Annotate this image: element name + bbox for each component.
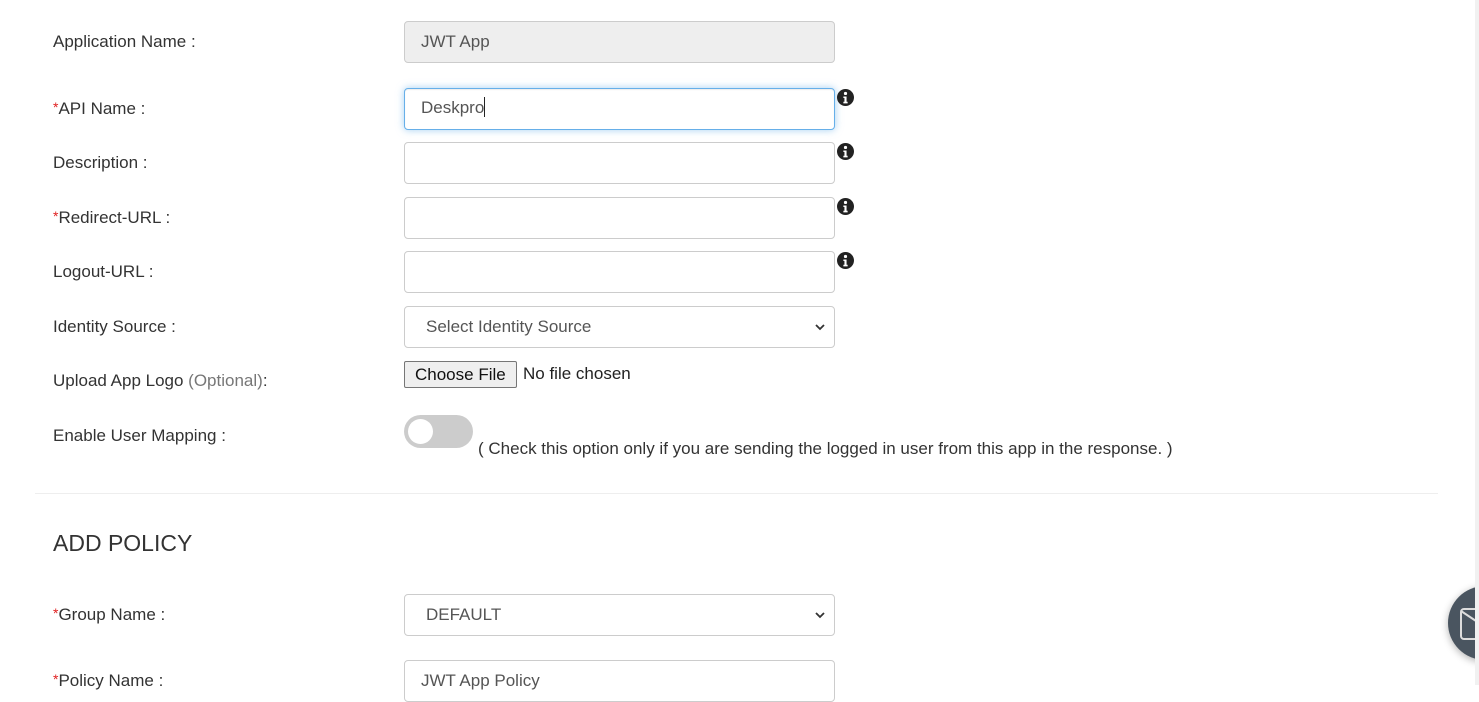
info-circle-icon[interactable] (837, 89, 854, 106)
description-label: Description : (53, 153, 148, 172)
identity-source-select[interactable]: Select Identity Source (404, 306, 835, 348)
identity-source-label: Identity Source : (53, 317, 176, 336)
policy-name-input[interactable]: JWT App Policy (404, 660, 835, 702)
application-name-value: JWT App (421, 32, 490, 51)
toggle-knob (408, 419, 433, 444)
section-title: ADD POLICY (53, 530, 193, 556)
application-name-field[interactable]: JWT App (404, 21, 835, 63)
optional-tag: (Optional) (188, 371, 263, 390)
chevron-down-icon (815, 324, 825, 331)
api-name-label: *API Name : (53, 99, 146, 118)
info-circle-icon[interactable] (837, 143, 854, 160)
api-name-input[interactable]: Deskpro (404, 88, 835, 130)
user-mapping-hint: ( Check this option only if you are send… (478, 439, 1173, 458)
redirect-url-input[interactable] (404, 197, 835, 239)
text-caret (484, 97, 486, 117)
identity-source-selected: Select Identity Source (426, 317, 592, 336)
section-divider (35, 493, 1438, 494)
user-mapping-toggle[interactable] (404, 415, 473, 448)
description-input[interactable] (404, 142, 835, 184)
chevron-down-icon (815, 612, 825, 619)
group-name-select[interactable]: DEFAULT (404, 594, 835, 636)
group-name-selected: DEFAULT (426, 605, 502, 624)
policy-name-label: *Policy Name : (53, 671, 164, 690)
group-name-label: *Group Name : (53, 605, 166, 624)
file-status: No file chosen (523, 364, 631, 383)
choose-file-button[interactable]: Choose File (404, 361, 517, 388)
logout-url-input[interactable] (404, 251, 835, 293)
logout-url-label: Logout-URL : (53, 262, 154, 281)
api-name-value: Deskpro (421, 98, 485, 117)
scrollbar[interactable] (1475, 0, 1479, 685)
info-circle-icon[interactable] (837, 252, 854, 269)
user-mapping-label: Enable User Mapping : (53, 426, 226, 445)
upload-logo-label: Upload App Logo (Optional): (53, 371, 268, 390)
application-name-label: Application Name : (53, 32, 196, 51)
policy-name-value: JWT App Policy (421, 671, 540, 690)
redirect-url-label: *Redirect-URL : (53, 208, 171, 227)
info-circle-icon[interactable] (837, 198, 854, 215)
